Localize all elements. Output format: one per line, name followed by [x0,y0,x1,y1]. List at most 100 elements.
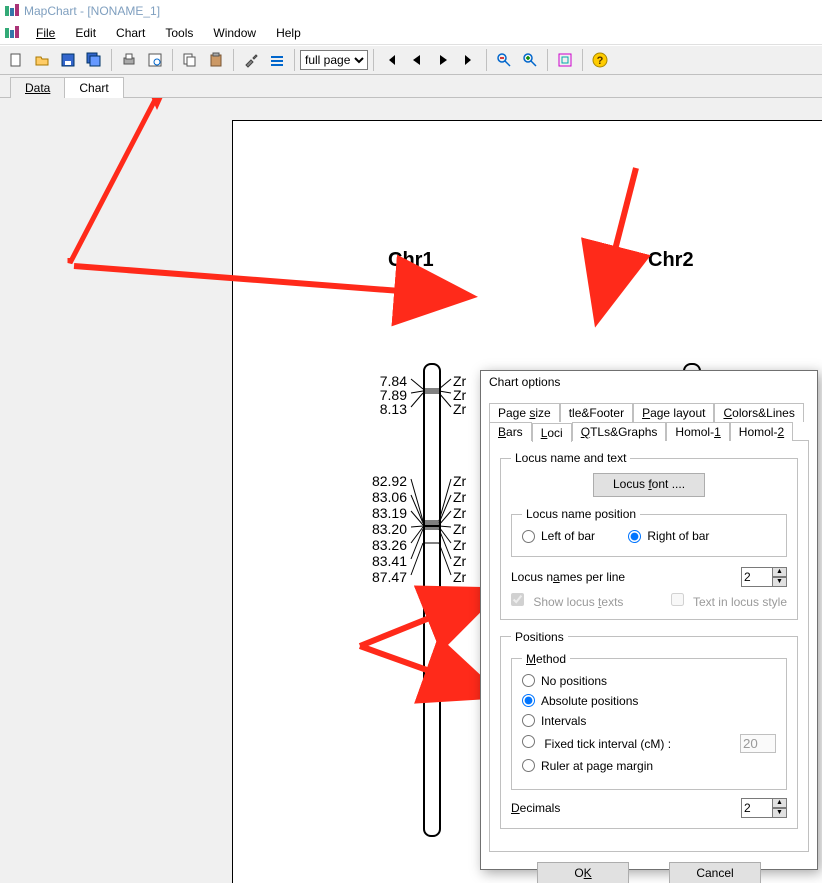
fit-window-icon[interactable] [553,48,577,72]
decimals-input[interactable] [741,798,773,818]
text-in-locus-style-checkbox[interactable]: Text in locus style [671,593,787,609]
dlg-tab-bars[interactable]: Bars [489,422,532,441]
menu-edit[interactable]: Edit [65,24,106,42]
locus-name: Zr [453,537,466,553]
locus-pos: 82.92 [361,473,407,489]
names-per-line-label: Locus names per line [511,570,625,584]
positions-group: Positions Method No positions Absolute p… [500,630,798,829]
svg-text:?: ? [597,55,604,67]
dialog-title: Chart options [481,371,817,399]
tools-icon[interactable] [239,48,263,72]
radio-intervals[interactable]: Intervals [522,714,776,728]
spin-down-icon[interactable]: ▼ [773,577,787,587]
locus-pos: 8.13 [361,401,407,417]
spin-down-icon[interactable]: ▼ [773,808,787,818]
toolbar-separator [294,49,295,71]
next-icon[interactable] [431,48,455,72]
fixed-tick-input [740,734,776,753]
menu-chart[interactable]: Chart [106,24,155,42]
locus-name: Zr [453,553,466,569]
locus-pos: 83.20 [361,521,407,537]
chart-options-dialog: Chart options Page size tle&Footer Page … [480,370,818,870]
legend-locus-name-text: Locus name and text [511,451,630,465]
locus-name-position-group: Locus name position Left of bar Right of… [511,507,787,557]
save-icon[interactable] [56,48,80,72]
locus-font-button[interactable]: Locus font .... [593,473,705,497]
app-icon-small [4,25,20,41]
spin-up-icon[interactable]: ▲ [773,567,787,577]
names-per-line-input[interactable] [741,567,773,587]
radio-no-positions[interactable]: No positions [522,674,776,688]
locus-name: Zr [453,473,466,489]
toolbar-separator [582,49,583,71]
copy-icon[interactable] [178,48,202,72]
menu-help[interactable]: Help [266,24,311,42]
options-icon[interactable] [265,48,289,72]
paste-icon[interactable] [204,48,228,72]
save-all-icon[interactable] [82,48,106,72]
dlg-tab-homol1[interactable]: Homol-1 [666,422,729,441]
radio-left-of-bar[interactable]: Left of bar [522,529,595,543]
radio-ruler[interactable]: Ruler at page margin [522,759,776,773]
toolbar-separator [486,49,487,71]
toolbar: full page ? [0,45,822,75]
toolbar-separator [373,49,374,71]
menu-bar: File Edit Chart Tools Window Help [0,22,822,45]
locus-pos: 83.06 [361,489,407,505]
dlg-tab-qtls[interactable]: QTLs&Graphs [572,422,667,441]
new-icon[interactable] [4,48,28,72]
toolbar-separator [111,49,112,71]
dlg-tab-homol2[interactable]: Homol-2 [730,422,793,441]
dlg-tab-content: Locus name and text Locus font .... Locu… [489,440,809,852]
app-icon [4,3,20,19]
dlg-tab-loci[interactable]: Loci [532,423,572,442]
locus-name: Zr [453,401,466,417]
locus-pos: 87.47 [361,569,407,585]
zoom-out-icon[interactable] [492,48,516,72]
cancel-button[interactable]: Cancel [669,862,761,883]
locus-name: Zr [453,505,466,521]
canvas-area: Chr1 Chr2 7.84 7.89 8.13 Zr Zr Zr [0,98,822,883]
locus-name: Zr [453,569,466,585]
spin-up-icon[interactable]: ▲ [773,798,787,808]
tab-chart[interactable]: Chart [64,77,123,98]
dlg-tab-page-size[interactable]: Page size [489,403,560,422]
locus-pos: 83.41 [361,553,407,569]
show-locus-texts-checkbox[interactable]: Show locus texts [511,593,623,609]
last-icon[interactable] [457,48,481,72]
names-per-line-field[interactable]: ▲▼ [741,567,787,587]
decimals-field[interactable]: ▲▼ [741,798,787,818]
toolbar-separator [172,49,173,71]
first-icon[interactable] [379,48,403,72]
menu-window[interactable]: Window [203,24,266,42]
radio-right-of-bar[interactable]: Right of bar [628,529,709,543]
zoom-select[interactable]: full page [300,50,368,70]
ok-button[interactable]: OK [537,862,629,883]
locus-pos: 83.19 [361,505,407,521]
tab-data[interactable]: Data [10,77,65,98]
open-icon[interactable] [30,48,54,72]
title-bar: MapChart - [NONAME_1] [0,0,822,22]
window-title: MapChart - [NONAME_1] [24,4,160,18]
locus-name: Zr [453,521,466,537]
locus-name-text-group: Locus name and text Locus font .... Locu… [500,451,798,620]
menu-tools[interactable]: Tools [155,24,203,42]
print-preview-icon[interactable] [143,48,167,72]
radio-fixed-tick[interactable]: Fixed tick interval (cM) : [522,734,776,753]
help-icon[interactable]: ? [588,48,612,72]
zoom-in-icon[interactable] [518,48,542,72]
locus-name: Zr [453,489,466,505]
decimals-label: Decimals [511,801,560,815]
toolbar-separator [233,49,234,71]
dlg-tab-title-footer[interactable]: tle&Footer [560,403,633,422]
dlg-tab-page-layout[interactable]: Page layout [633,403,714,422]
print-icon[interactable] [117,48,141,72]
chr2-title: Chr2 [648,249,694,272]
menu-file[interactable]: File [26,24,65,42]
dlg-tab-colors-lines[interactable]: Colors&Lines [714,403,803,422]
legend-method: Method [522,652,570,666]
legend-positions: Positions [511,630,568,644]
radio-absolute-positions[interactable]: Absolute positions [522,694,776,708]
main-tabs: Data Chart [0,75,822,98]
prev-icon[interactable] [405,48,429,72]
